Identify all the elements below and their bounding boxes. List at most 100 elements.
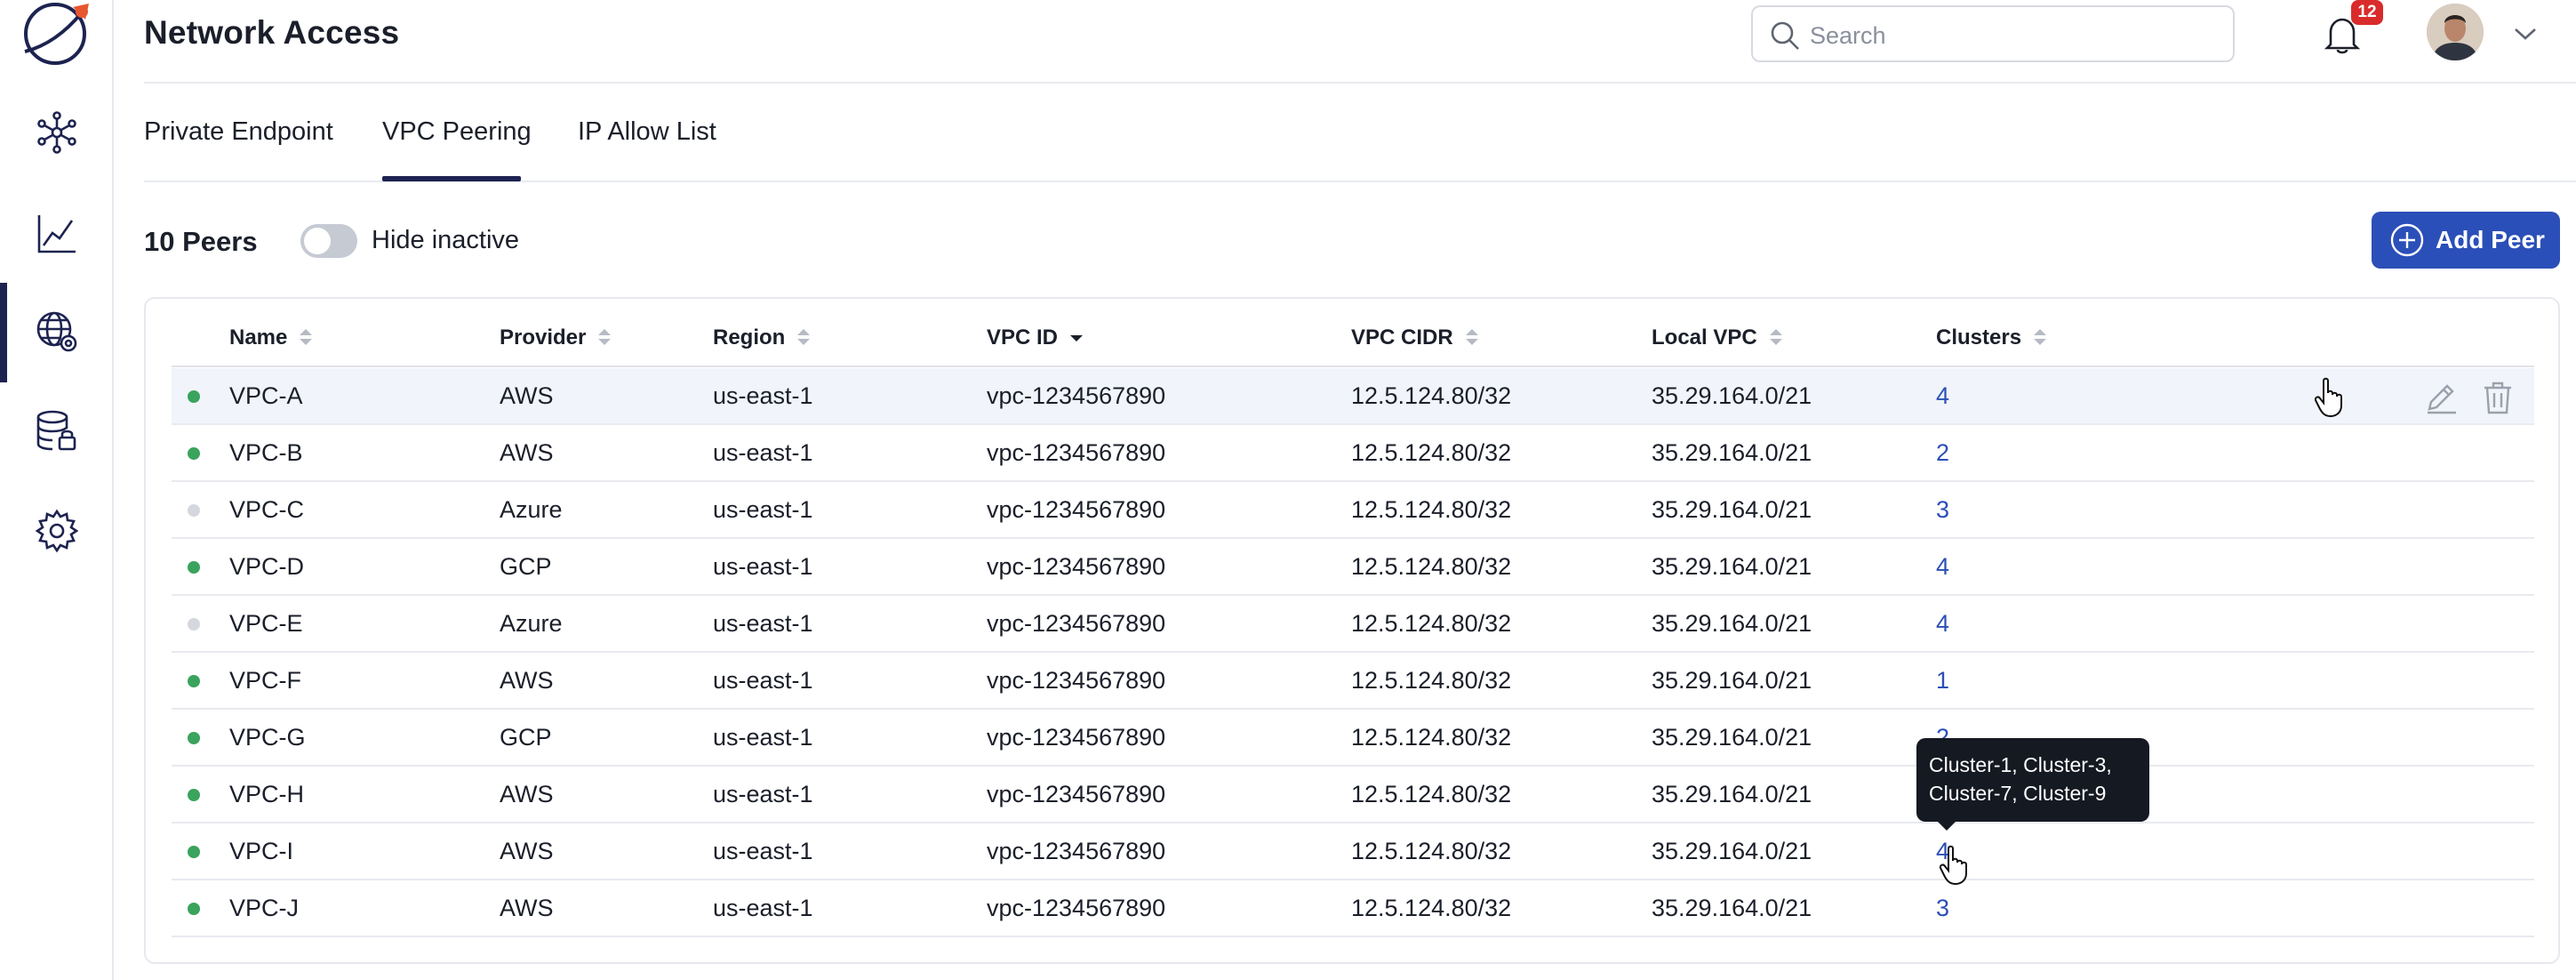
sidebar-item-clusters[interactable] bbox=[0, 84, 114, 181]
sidebar-item-analytics[interactable] bbox=[0, 185, 114, 283]
avatar[interactable] bbox=[2427, 4, 2484, 60]
table-header-divider bbox=[172, 365, 2534, 367]
page-title: Network Access bbox=[144, 14, 400, 51]
cell-vpc-id: vpc-1234567890 bbox=[987, 667, 1166, 694]
status-dot bbox=[188, 447, 200, 460]
tab-ip-allow-list[interactable]: IP Allow List bbox=[578, 117, 716, 180]
status-dot bbox=[188, 732, 200, 744]
cell-region: us-east-1 bbox=[713, 724, 813, 751]
search-input[interactable] bbox=[1810, 18, 2219, 53]
add-peer-button[interactable]: Add Peer bbox=[2372, 212, 2560, 269]
cell-clusters-link[interactable]: 1 bbox=[1936, 667, 1949, 695]
add-peer-label: Add Peer bbox=[2436, 226, 2545, 253]
cell-local-vpc: 35.29.164.0/21 bbox=[1652, 496, 1812, 523]
clusters-tooltip: Cluster-1, Cluster-3, Cluster-7, Cluster… bbox=[1916, 738, 2149, 822]
column-header-label: Name bbox=[229, 325, 288, 349]
column-header-local-vpc[interactable]: Local VPC bbox=[1652, 325, 1782, 350]
analytics-chart-icon bbox=[37, 215, 76, 253]
tab-private-endpoint[interactable]: Private Endpoint bbox=[144, 117, 333, 180]
tab-vpc-peering[interactable]: VPC Peering bbox=[382, 117, 532, 180]
cluster-network-icon bbox=[37, 111, 76, 154]
sort-icon bbox=[2034, 327, 2047, 349]
cell-clusters-link[interactable]: 4 bbox=[1936, 553, 1949, 581]
cell-provider: Azure bbox=[500, 610, 563, 637]
chevron-down-icon[interactable] bbox=[2512, 23, 2539, 44]
cell-vpc-cidr: 12.5.124.80/32 bbox=[1351, 553, 1512, 580]
cell-local-vpc: 35.29.164.0/21 bbox=[1652, 895, 1812, 921]
notification-badge: 12 bbox=[2351, 0, 2383, 25]
cell-vpc-cidr: 12.5.124.80/32 bbox=[1351, 895, 1512, 921]
column-header-label: Local VPC bbox=[1652, 325, 1757, 349]
cell-vpc-id: vpc-1234567890 bbox=[987, 496, 1166, 523]
status-dot bbox=[188, 675, 200, 687]
network-globe-icon bbox=[36, 311, 77, 352]
cell-local-vpc: 35.29.164.0/21 bbox=[1652, 724, 1812, 751]
sidebar-item-settings[interactable] bbox=[0, 482, 114, 580]
cell-region: us-east-1 bbox=[713, 610, 813, 637]
cell-local-vpc: 35.29.164.0/21 bbox=[1652, 553, 1812, 580]
cell-name: VPC-A bbox=[229, 382, 303, 409]
column-header-clusters[interactable]: Clusters bbox=[1936, 325, 2047, 350]
database-lock-icon bbox=[36, 410, 76, 451]
cell-clusters-link[interactable]: 3 bbox=[1936, 496, 1949, 524]
cell-vpc-id: vpc-1234567890 bbox=[987, 838, 1166, 864]
sort-icon bbox=[1769, 327, 1782, 349]
pencil-icon[interactable] bbox=[2422, 379, 2460, 416]
cell-local-vpc: 35.29.164.0/21 bbox=[1652, 667, 1812, 694]
cell-region: us-east-1 bbox=[713, 781, 813, 807]
table-row[interactable]: VPC-C Azure us-east-1 vpc-1234567890 12.… bbox=[172, 482, 2534, 539]
cell-vpc-cidr: 12.5.124.80/32 bbox=[1351, 838, 1512, 864]
cell-local-vpc: 35.29.164.0/21 bbox=[1652, 439, 1812, 466]
cell-clusters-link[interactable]: 4 bbox=[1936, 610, 1949, 638]
column-header-name[interactable]: Name bbox=[229, 325, 313, 350]
cell-local-vpc: 35.29.164.0/21 bbox=[1652, 781, 1812, 807]
status-dot bbox=[188, 618, 200, 631]
table-row[interactable]: VPC-E Azure us-east-1 vpc-1234567890 12.… bbox=[172, 596, 2534, 653]
cell-name: VPC-H bbox=[229, 781, 305, 807]
hide-inactive-toggle[interactable] bbox=[300, 224, 357, 258]
cell-clusters-link[interactable]: 3 bbox=[1936, 895, 1949, 922]
table-row[interactable]: VPC-A AWS us-east-1 vpc-1234567890 12.5.… bbox=[172, 368, 2534, 425]
sidebar-item-databases[interactable] bbox=[0, 382, 114, 480]
cell-vpc-cidr: 12.5.124.80/32 bbox=[1351, 667, 1512, 694]
column-header-provider[interactable]: Provider bbox=[500, 325, 612, 350]
cell-name: VPC-G bbox=[229, 724, 306, 751]
sidebar-item-network[interactable] bbox=[0, 283, 114, 381]
cell-vpc-id: vpc-1234567890 bbox=[987, 610, 1166, 637]
logo bbox=[20, 2, 96, 68]
cell-vpc-cidr: 12.5.124.80/32 bbox=[1351, 781, 1512, 807]
table-row[interactable]: VPC-H AWS us-east-1 vpc-1234567890 12.5.… bbox=[172, 767, 2534, 823]
table-row[interactable]: VPC-G GCP us-east-1 vpc-1234567890 12.5.… bbox=[172, 710, 2534, 767]
column-header-label: VPC CIDR bbox=[1351, 325, 1453, 349]
tooltip-arrow bbox=[1936, 820, 1957, 831]
status-dot bbox=[188, 789, 200, 801]
status-dot bbox=[188, 903, 200, 915]
sidebar bbox=[0, 0, 114, 980]
table-row[interactable]: VPC-F AWS us-east-1 vpc-1234567890 12.5.… bbox=[172, 653, 2534, 710]
table-row[interactable]: VPC-D GCP us-east-1 vpc-1234567890 12.5.… bbox=[172, 539, 2534, 596]
cell-local-vpc: 35.29.164.0/21 bbox=[1652, 610, 1812, 637]
cell-vpc-id: vpc-1234567890 bbox=[987, 895, 1166, 921]
cell-local-vpc: 35.29.164.0/21 bbox=[1652, 838, 1812, 864]
cell-vpc-id: vpc-1234567890 bbox=[987, 553, 1166, 580]
sort-icon bbox=[300, 327, 313, 349]
table-row[interactable]: VPC-I AWS us-east-1 vpc-1234567890 12.5.… bbox=[172, 823, 2534, 880]
column-header-vpc-id[interactable]: VPC ID bbox=[987, 325, 1084, 350]
cell-clusters-link[interactable]: 4 bbox=[1936, 382, 1949, 410]
hand-cursor-icon bbox=[2314, 377, 2342, 418]
table-row[interactable]: VPC-B AWS us-east-1 vpc-1234567890 12.5.… bbox=[172, 425, 2534, 482]
tooltip-line: Cluster-7, Cluster-9 bbox=[1929, 782, 2107, 805]
sort-descending-icon bbox=[1070, 327, 1084, 349]
column-header-vpc-cidr[interactable]: VPC CIDR bbox=[1351, 325, 1478, 350]
cell-provider: AWS bbox=[500, 781, 554, 807]
cell-clusters-link[interactable]: 2 bbox=[1936, 439, 1949, 467]
trash-icon[interactable] bbox=[2479, 379, 2516, 416]
column-header-label: Region bbox=[713, 325, 786, 349]
cell-local-vpc: 35.29.164.0/21 bbox=[1652, 382, 1812, 409]
tooltip-line: Cluster-1, Cluster-3, bbox=[1929, 753, 2112, 776]
cell-vpc-cidr: 12.5.124.80/32 bbox=[1351, 496, 1512, 523]
search-box[interactable] bbox=[1751, 5, 2235, 62]
table-row[interactable]: VPC-J AWS us-east-1 vpc-1234567890 12.5.… bbox=[172, 880, 2534, 937]
column-header-region[interactable]: Region bbox=[713, 325, 811, 350]
cell-vpc-cidr: 12.5.124.80/32 bbox=[1351, 724, 1512, 751]
